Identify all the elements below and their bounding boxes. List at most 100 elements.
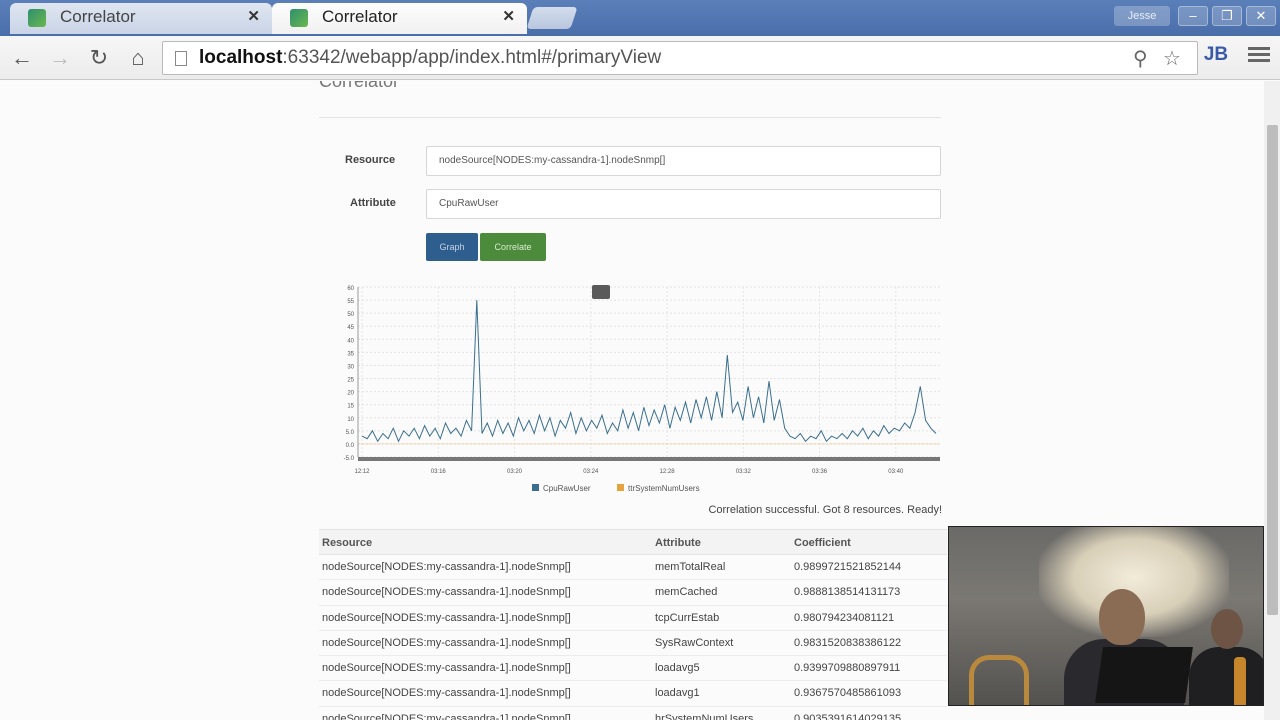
y-tick-label: 5.0	[346, 430, 355, 436]
results-table: Resource Attribute Coefficient nodeSourc…	[319, 529, 947, 720]
resource-cell: nodeSource[NODES:my-cassandra-1].nodeSnm…	[322, 687, 571, 700]
page-title: Correlator	[319, 81, 400, 91]
y-tick-label: 15	[347, 404, 354, 410]
profile-badge[interactable]: Jesse	[1114, 6, 1170, 26]
coefficient-cell: 0.980794234081121	[794, 611, 895, 624]
resource-input[interactable]: nodeSource[NODES:my-cassandra-1].nodeSnm…	[426, 146, 941, 176]
browser-menu-icon[interactable]	[1248, 44, 1270, 66]
graph-button[interactable]: Graph	[426, 233, 478, 261]
attribute-input[interactable]: CpuRawUser	[426, 189, 941, 219]
search-icon[interactable]: ⚲	[1133, 46, 1148, 71]
browser-tab-strip: Correlator ✕ Correlator ✕ Jesse – ❐ ✕	[0, 0, 1280, 36]
reload-icon[interactable]: ↻	[85, 44, 113, 72]
x-tick-label: 12:12	[354, 469, 370, 475]
legend-label-cpurawuser: CpuRawUser	[543, 484, 591, 493]
cpu-time-series-chart: 60 55 50 45 40 35 30 25 20 15 10 5.0 0.0 -5.0 12:12 03:…	[344, 286, 940, 493]
coefficient-cell: 0.9035391614029135	[794, 712, 902, 720]
tab-title: Correlator	[322, 7, 398, 26]
x-tick-label: 03:16	[431, 469, 447, 475]
app-favicon-icon	[28, 9, 46, 27]
close-window-icon[interactable]: ✕	[1246, 6, 1276, 26]
url-text[interactable]: localhost:63342/webapp/app/index.html#/p…	[199, 42, 661, 74]
attribute-label: Attribute	[350, 197, 396, 209]
divider	[319, 117, 941, 118]
table-row[interactable]: nodeSource[NODES:my-cassandra-1].nodeSnm…	[319, 555, 947, 581]
home-icon[interactable]: ⌂	[124, 44, 152, 72]
x-tick-label: 03:32	[736, 469, 752, 475]
x-tick-label: 03:36	[812, 469, 828, 475]
coefficient-cell: 0.9888138514131173	[794, 586, 901, 599]
y-tick-label: 45	[347, 325, 354, 331]
resource-label: Resource	[345, 154, 396, 166]
x-tick-label: 03:24	[583, 469, 599, 475]
address-bar[interactable]: localhost:63342/webapp/app/index.html#/p…	[162, 41, 1198, 75]
browser-tab-inactive[interactable]: Correlator ✕	[10, 3, 272, 34]
x-tick-label: 03:40	[888, 469, 904, 475]
table-row[interactable]: nodeSource[NODES:my-cassandra-1].nodeSnm…	[319, 606, 947, 631]
x-tick-label: 12:28	[660, 469, 676, 475]
y-tick-label: 55	[347, 299, 354, 305]
resource-cell: nodeSource[NODES:my-cassandra-1].nodeSnm…	[322, 561, 571, 573]
y-tick-label: 60	[347, 286, 354, 292]
table-row[interactable]: nodeSource[NODES:my-cassandra-1].nodeSnm…	[319, 580, 947, 606]
forward-arrow-icon[interactable]: →	[46, 44, 74, 72]
column-header-attribute[interactable]: Attribute	[655, 530, 701, 556]
browser-toolbar: ← → ↻ ⌂ localhost:63342/webapp/app/index…	[0, 36, 1280, 80]
legend-label-ttrsystemnumusers: ttrSystemNumUsers	[628, 484, 700, 493]
webcam-overlay	[948, 526, 1264, 706]
y-tick-label: 0.0	[346, 443, 355, 449]
legend-swatch-cpurawuser	[532, 484, 539, 491]
table-row[interactable]: nodeSource[NODES:my-cassandra-1].nodeSnm…	[319, 707, 947, 720]
resource-cell: nodeSource[NODES:my-cassandra-1].nodeSnm…	[322, 586, 571, 599]
table-row[interactable]: nodeSource[NODES:my-cassandra-1].nodeSnm…	[319, 656, 947, 682]
y-tick-label: -5.0	[344, 456, 355, 462]
column-header-coefficient[interactable]: Coefficient	[794, 530, 851, 556]
table-row[interactable]: nodeSource[NODES:my-cassandra-1].nodeSnm…	[319, 631, 947, 657]
y-tick-label: 50	[347, 312, 354, 318]
tab-close-icon[interactable]: ✕	[502, 3, 515, 31]
table-header: Resource Attribute Coefficient	[319, 529, 947, 555]
chart-table-toggle-icon[interactable]	[592, 285, 610, 299]
y-tick-label: 30	[347, 364, 354, 370]
attribute-cell: memCached	[655, 586, 718, 599]
restore-icon[interactable]: ❐	[1212, 6, 1242, 26]
resource-cell: nodeSource[NODES:my-cassandra-1].nodeSnm…	[322, 662, 571, 675]
y-tick-label: 10	[347, 417, 354, 423]
resource-cell: nodeSource[NODES:my-cassandra-1].nodeSnm…	[322, 636, 571, 649]
attribute-cell: tcpCurrEstab	[655, 611, 720, 624]
back-arrow-icon[interactable]: ←	[8, 44, 36, 72]
bookmark-star-icon[interactable]: ☆	[1163, 46, 1181, 71]
attribute-cell: hrSystemNumUsers	[655, 712, 754, 720]
coefficient-cell: 0.9367570485861093	[794, 687, 902, 700]
table-row[interactable]: nodeSource[NODES:my-cassandra-1].nodeSnm…	[319, 681, 947, 707]
tab-title: Correlator	[60, 7, 136, 26]
attribute-cell: memTotalReal	[655, 561, 726, 573]
legend-swatch-ttrsystemnumusers	[617, 484, 624, 491]
y-tick-label: 35	[347, 351, 354, 357]
app-favicon-icon	[290, 9, 308, 27]
attribute-cell: SysRawContext	[655, 636, 734, 649]
x-axis	[358, 457, 940, 461]
y-tick-label: 20	[347, 391, 354, 397]
correlate-button[interactable]: Correlate	[480, 233, 546, 261]
browser-tab-active[interactable]: Correlator ✕	[272, 3, 527, 34]
x-tick-label: 03:20	[507, 469, 523, 475]
coefficient-cell: 0.9831520838386122	[794, 636, 902, 649]
table-body: nodeSource[NODES:my-cassandra-1].nodeSnm…	[319, 555, 947, 720]
scrollbar-thumb[interactable]	[1267, 125, 1278, 615]
column-header-resource[interactable]: Resource	[322, 530, 372, 556]
jetbrains-extension-icon[interactable]: JB	[1203, 42, 1229, 68]
minimize-icon[interactable]: –	[1178, 6, 1208, 26]
resource-cell: nodeSource[NODES:my-cassandra-1].nodeSnm…	[322, 712, 571, 720]
new-tab-button[interactable]	[526, 7, 578, 29]
page-scrollbar[interactable]	[1264, 81, 1280, 720]
page-icon	[175, 51, 187, 66]
attribute-cell: loadavg1	[655, 687, 700, 700]
y-tick-label: 25	[347, 378, 354, 384]
coefficient-cell: 0.9399709880897911	[794, 662, 901, 675]
coefficient-cell: 0.9899721521852144	[794, 561, 902, 573]
attribute-cell: loadavg5	[655, 662, 700, 675]
y-tick-label: 40	[347, 338, 354, 344]
resource-cell: nodeSource[NODES:my-cassandra-1].nodeSnm…	[322, 611, 571, 624]
tab-close-icon[interactable]: ✕	[247, 3, 260, 31]
